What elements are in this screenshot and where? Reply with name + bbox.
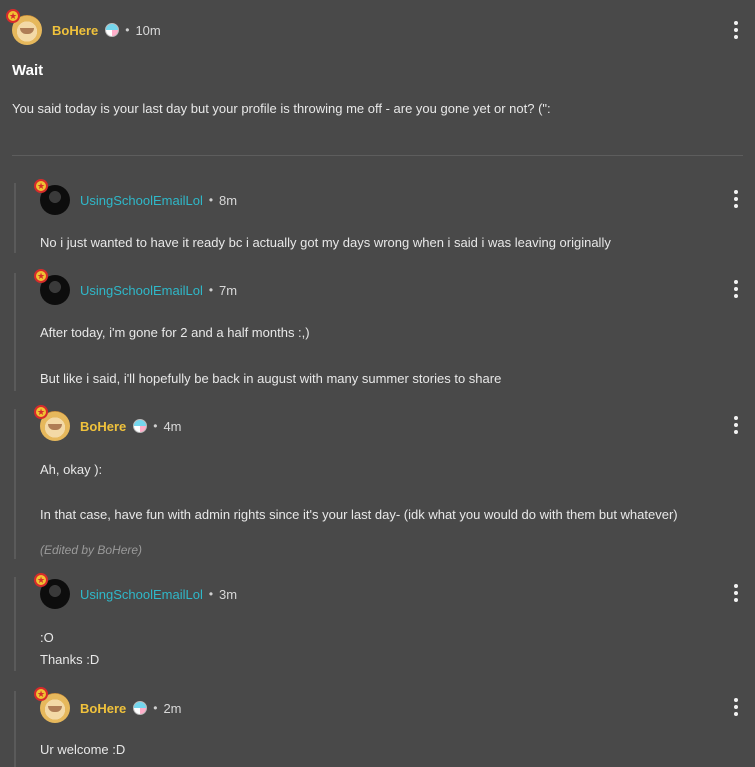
star-badge-icon: ★ [34,687,48,701]
edited-note: (Edited by BoHere) [40,543,143,557]
separator-dot: • [208,283,214,297]
more-vertical-icon[interactable] [731,189,741,209]
pride-flag-icon [133,419,148,433]
more-vertical-icon[interactable] [731,583,741,603]
star-badge-icon: ★ [34,405,48,419]
separator-dot: • [153,701,158,715]
separator-dot: • [125,23,130,37]
separator-dot: • [153,419,158,433]
reply-author[interactable]: UsingSchoolEmailLol [80,587,203,602]
reply-text: But like i said, i'll hopefully be back … [40,371,502,386]
avatar[interactable]: ★ [34,269,70,305]
divider [12,155,743,156]
reply-author[interactable]: BoHere [80,419,126,434]
reply-time: 2m [163,700,182,716]
reply-header: ★ BoHere • 4m [34,405,182,441]
reply: ★ UsingSchoolEmailLol • 8m No i just wan… [14,179,755,253]
more-vertical-icon[interactable] [731,697,741,717]
reply-text: In that case, have fun with admin rights… [40,507,678,522]
avatar[interactable]: ★ [34,179,70,215]
reply-text: Thanks :D [40,652,100,667]
reply-time: 3m [219,586,238,602]
star-badge-icon: ★ [34,179,48,193]
more-vertical-icon[interactable] [731,279,741,299]
star-badge-icon: ★ [34,269,48,283]
reply-text: Ur welcome :D [40,742,126,757]
pride-flag-icon [133,701,148,715]
reply: ★ BoHere • 2m Ur welcome :D [14,687,755,767]
post-header: ★ BoHere • 10m [6,9,755,48]
reply-header: ★ UsingSchoolEmailLol • 3m [34,573,238,609]
reply-header: ★ BoHere • 2m [34,687,182,723]
reply-text: Ah, okay ): [40,462,103,477]
more-vertical-icon[interactable] [731,20,741,40]
reply-header: ★ UsingSchoolEmailLol • 7m [34,269,238,305]
reply-time: 4m [163,418,182,434]
reply-time: 8m [219,192,238,208]
separator-dot: • [208,587,214,601]
avatar[interactable]: ★ [34,573,70,609]
post-author[interactable]: BoHere [52,23,98,38]
reply: ★ UsingSchoolEmailLol • 7m After today, … [14,269,755,391]
avatar[interactable]: ★ [6,9,42,45]
pride-flag-icon [105,23,120,37]
reply: ★ BoHere • 4m Ah, okay ): In that case, … [14,405,755,559]
star-badge-icon: ★ [6,9,20,23]
reply-header: ★ UsingSchoolEmailLol • 8m [34,179,238,215]
avatar[interactable]: ★ [34,687,70,723]
reply-time: 7m [219,282,238,298]
reply-author[interactable]: UsingSchoolEmailLol [80,193,203,208]
reply-text: After today, i'm gone for 2 and a half m… [40,325,310,340]
more-vertical-icon[interactable] [731,415,741,435]
star-badge-icon: ★ [34,573,48,587]
reply-author[interactable]: BoHere [80,701,126,716]
reply-text: No i just wanted to have it ready bc i a… [40,235,611,250]
reply-text: :O [40,630,54,645]
post-time: 10m [135,22,161,38]
post-title: Wait [12,62,44,79]
separator-dot: • [208,193,214,207]
avatar[interactable]: ★ [34,405,70,441]
reply: ★ UsingSchoolEmailLol • 3m :O Thanks :D [14,573,755,671]
post-body: You said today is your last day but your… [12,101,551,116]
reply-author[interactable]: UsingSchoolEmailLol [80,283,203,298]
